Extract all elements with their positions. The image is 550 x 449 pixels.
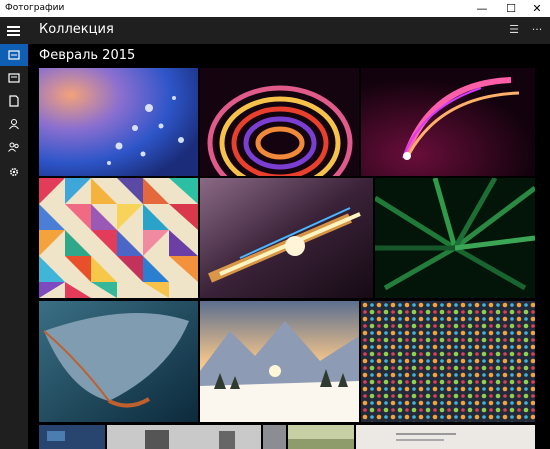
shared-icon bbox=[8, 142, 19, 152]
more-button[interactable]: ··· bbox=[527, 21, 547, 39]
close-button[interactable]: ✕ bbox=[522, 0, 550, 17]
page-title: Коллекция bbox=[39, 22, 114, 37]
frozen-leaf-photo[interactable] bbox=[39, 301, 198, 422]
window-title: Фотографии bbox=[5, 3, 65, 13]
partial-photo-2[interactable] bbox=[107, 425, 261, 449]
colorful-pattern-photo[interactable] bbox=[361, 301, 535, 422]
sidebar bbox=[0, 44, 28, 449]
folders-icon bbox=[9, 95, 19, 107]
snowy-mountains-photo[interactable] bbox=[200, 301, 359, 422]
sidebar-item-people[interactable] bbox=[0, 113, 28, 135]
section-heading: Февраль 2015 bbox=[39, 48, 136, 63]
window-titlebar: Фотографии — ☐ ✕ bbox=[0, 0, 550, 18]
albums-icon bbox=[8, 73, 20, 83]
partial-photo-4[interactable] bbox=[288, 425, 354, 449]
collection-view: Февраль 2015 bbox=[28, 44, 550, 449]
neon-swirl-photo[interactable] bbox=[200, 68, 359, 176]
partial-photo-5[interactable] bbox=[356, 425, 535, 449]
gear-icon bbox=[9, 167, 19, 177]
color-mosaic-photo[interactable] bbox=[39, 178, 198, 298]
sidebar-item-albums[interactable] bbox=[0, 67, 28, 89]
green-leaves-photo[interactable] bbox=[375, 178, 535, 298]
sidebar-item-collection[interactable] bbox=[0, 44, 28, 66]
sidebar-item-settings[interactable] bbox=[0, 161, 28, 183]
sidebar-item-folders[interactable] bbox=[0, 90, 28, 112]
select-button[interactable]: ☰ bbox=[504, 21, 524, 39]
light-streak-photo[interactable] bbox=[361, 68, 535, 176]
partial-photo-1[interactable] bbox=[39, 425, 105, 449]
people-icon bbox=[9, 119, 19, 130]
water-drops-photo[interactable] bbox=[39, 68, 198, 176]
light-explosion-photo[interactable] bbox=[200, 178, 373, 298]
hamburger-icon[interactable] bbox=[0, 17, 28, 44]
app-bar: Коллекция ☰ ··· bbox=[0, 17, 550, 44]
partial-photo-3[interactable] bbox=[263, 425, 286, 449]
collection-icon bbox=[8, 50, 20, 60]
minimize-button[interactable]: — bbox=[467, 0, 497, 17]
sidebar-item-shared[interactable] bbox=[0, 136, 28, 158]
